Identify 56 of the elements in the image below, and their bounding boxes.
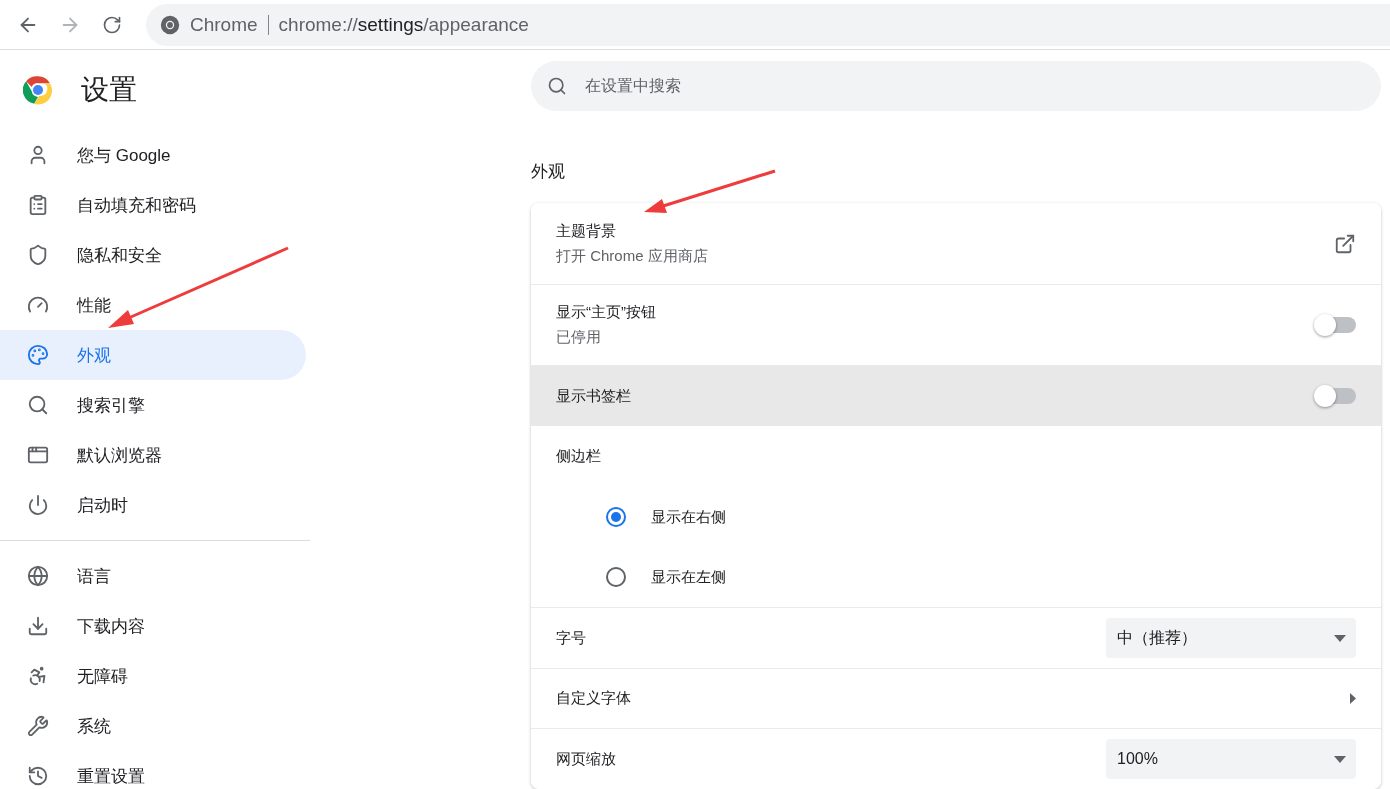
caret-icon (1350, 693, 1356, 704)
power-icon (27, 494, 49, 516)
wrench-icon (27, 715, 49, 737)
sidebar-item[interactable]: 您与 Google (0, 130, 306, 180)
sidebar-item[interactable]: 性能 (0, 280, 306, 330)
sidebar-item[interactable]: 搜索引擎 (0, 380, 306, 430)
globe-icon (27, 565, 49, 587)
row-title: 主题背景 (556, 221, 617, 241)
sidebar-item[interactable]: 系统 (0, 701, 306, 751)
page-title: 设置 (81, 73, 137, 107)
shield-icon (27, 244, 49, 266)
history-icon (27, 765, 49, 787)
external-link-icon[interactable] (1334, 232, 1356, 255)
radio-button[interactable] (606, 507, 626, 527)
sidebar-item[interactable]: 下载内容 (0, 601, 306, 651)
dropdown-caret-icon (1334, 755, 1346, 763)
sidebar-item[interactable]: 语言 (0, 551, 306, 601)
radio-button[interactable] (606, 567, 626, 587)
row-subtitle: 打开 Chrome 应用商店 (556, 246, 709, 266)
reload-icon (102, 14, 122, 35)
submenu-row[interactable]: 自定义字体 (531, 668, 1381, 728)
sidebar-item[interactable]: 自动填充和密码 (0, 180, 306, 230)
row-title: 显示书签栏 (556, 386, 632, 406)
chrome-icon (160, 14, 180, 35)
toggle-switch[interactable] (1316, 317, 1356, 333)
search-icon (27, 394, 49, 416)
window-icon (27, 444, 49, 466)
sidebar-item[interactable]: 启动时 (0, 480, 306, 530)
section-title: 外观 (531, 161, 566, 183)
dropdown-caret-icon (1334, 634, 1346, 642)
toggle-switch[interactable] (1316, 388, 1356, 404)
row-title: 网页缩放 (556, 749, 617, 769)
search-icon (547, 76, 567, 96)
row-title: 显示“主页”按钮 (556, 303, 657, 322)
theme-row[interactable]: 主题背景 打开 Chrome 应用商店 (531, 203, 1381, 284)
row-title: 自定义字体 (556, 689, 632, 708)
address-bar[interactable]: Chrome chrome://settings/appearance (146, 3, 1390, 46)
row-subtitle: 已停用 (556, 328, 602, 347)
dropdown-select[interactable]: 中（推荐） (1106, 618, 1356, 658)
row-title: 字号 (556, 628, 587, 648)
site-label: Chrome (190, 13, 258, 36)
sidebar-item[interactable]: 默认浏览器 (0, 430, 306, 480)
sidebar-item[interactable]: 隐私和安全 (0, 230, 306, 280)
clipboard-icon (27, 194, 49, 216)
radio-label: 显示在左侧 (651, 567, 726, 587)
sidebar-item[interactable]: 外观 (0, 330, 306, 380)
radio-label: 显示在右侧 (651, 507, 726, 527)
group-heading: 侧边栏 (556, 447, 601, 466)
download-icon (27, 615, 49, 637)
sidebar-item[interactable]: 重置设置 (0, 751, 306, 789)
dropdown-select[interactable]: 100% (1106, 739, 1356, 779)
search-field[interactable]: 在设置中搜索 (531, 61, 1381, 111)
chrome-logo (23, 75, 53, 105)
palette-icon (27, 344, 49, 366)
url-text: chrome://settings/appearance (278, 13, 529, 36)
sidebar-item[interactable]: 无障碍 (0, 651, 306, 701)
